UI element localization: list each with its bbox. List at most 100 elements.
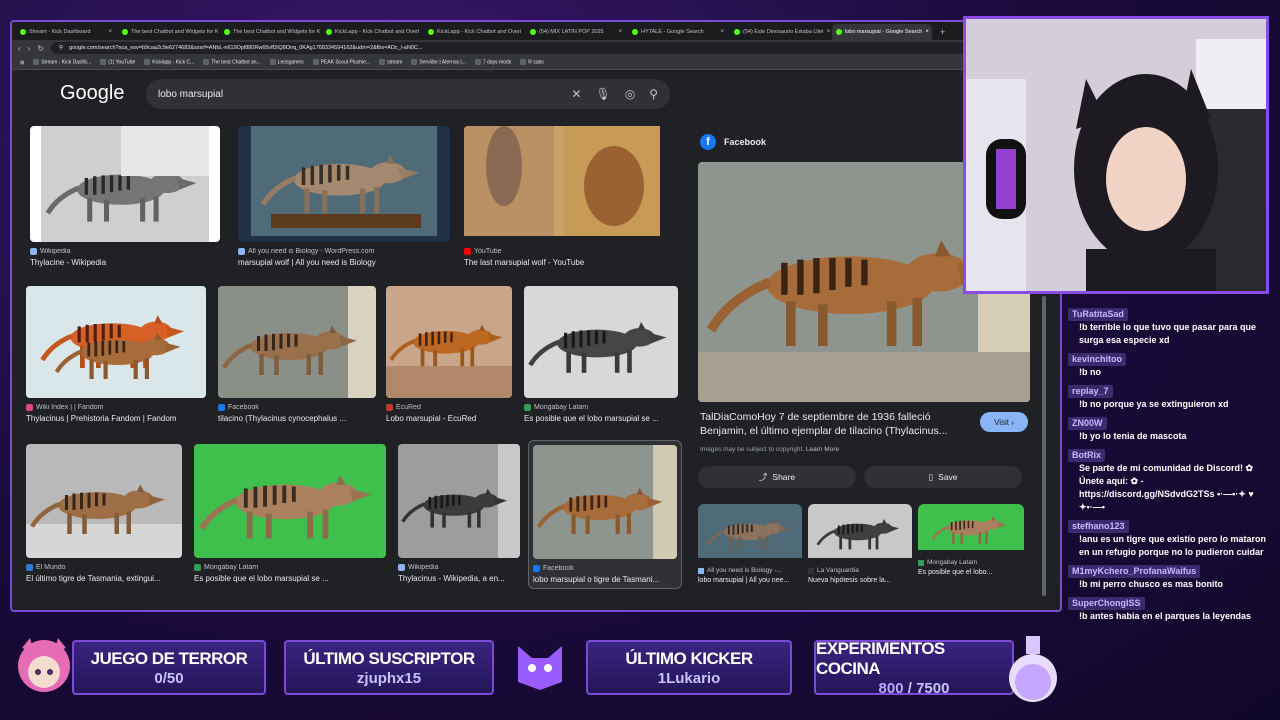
image-result-selected[interactable]: Facebook lobo marsupial o tigre de Tasma… (528, 440, 682, 589)
image-result[interactable]: All you need is Biology - WordPress.com … (238, 126, 450, 267)
result-source: Facebook (543, 565, 574, 572)
chat-username[interactable]: stefhano123 (1068, 520, 1129, 533)
learn-more-link[interactable]: Learn More (806, 446, 839, 453)
related-thumbnail[interactable] (698, 504, 802, 563)
result-title[interactable]: El último tigre de Tasmania, extingui... (26, 574, 182, 583)
result-thumbnail[interactable] (238, 126, 450, 242)
microphone-icon[interactable]: 🎙 (595, 87, 610, 101)
browser-tab[interactable]: lobo marsupial - Google Search × (832, 24, 932, 40)
clear-icon[interactable]: ✕ (571, 87, 581, 101)
browser-tab[interactable]: (54) MIX LATIN POP 2025 × (526, 24, 626, 40)
result-thumbnail[interactable] (26, 286, 206, 398)
result-thumbnail[interactable] (194, 444, 386, 558)
search-input[interactable]: lobo marsupial (158, 89, 223, 100)
result-title[interactable]: Es posible que el lobo marsupial se ... (194, 574, 386, 583)
browser-tab[interactable]: The best Chatbot and Widgets for K× (220, 24, 320, 40)
result-title[interactable]: Thylacine - Wikipedia (30, 258, 220, 267)
image-result[interactable]: Wikipedia Thylacine - Wikipedia (30, 126, 220, 267)
preview-title[interactable]: TalDiaComoHoy 7 de septiembre de 1936 fa… (700, 410, 968, 438)
bookmark-item[interactable]: (1) YouTube (100, 59, 135, 66)
image-result[interactable]: Wikipedia Thylacinus - Wikipedia, a en..… (398, 444, 520, 583)
result-title[interactable]: lobo marsupial o tigre de Tasmani... (533, 575, 677, 584)
image-result[interactable]: El Mundo El último tigre de Tasmania, ex… (26, 444, 182, 583)
result-thumbnail[interactable] (398, 444, 520, 558)
address-bar[interactable]: ⚲ google.com/search?sca_esv=b9caa2c9e627… (51, 42, 1054, 54)
result-thumbnail[interactable] (464, 126, 676, 242)
bookmark-item[interactable]: R subs (520, 59, 544, 66)
close-tab-icon[interactable]: × (827, 29, 830, 35)
image-result[interactable]: Wiki Index | | Fandom Thylacinus | Prehi… (26, 286, 206, 423)
bookmark-item[interactable]: Stream - Kick Dashb... (33, 59, 91, 66)
close-tab-icon[interactable]: × (108, 29, 112, 35)
related-title[interactable]: Es posible que el lobo... (918, 568, 1024, 577)
share-button[interactable]: ⤴ Share (698, 466, 856, 488)
image-result[interactable]: EcuRed Lobo marsupial - EcuRed (386, 286, 512, 423)
google-logo[interactable]: Google (60, 82, 125, 105)
result-title[interactable]: Lobo marsupial - EcuRed (386, 414, 512, 423)
result-thumbnail[interactable] (386, 286, 512, 398)
visit-button[interactable]: Visit › (980, 412, 1028, 432)
result-thumbnail[interactable] (26, 444, 182, 558)
bookmark-item[interactable]: stream (379, 59, 402, 66)
related-title[interactable]: lobo marsupial | All you nee... (698, 576, 802, 585)
result-thumbnail[interactable] (524, 286, 678, 398)
image-result[interactable]: Mongabay Latam Es posible que el lobo ma… (194, 444, 386, 583)
search-box[interactable]: lobo marsupial ✕ 🎙 ◎ ⚲ (146, 79, 670, 109)
related-thumbnail[interactable] (808, 504, 912, 563)
panel-source[interactable]: Facebook (724, 137, 766, 147)
new-tab-icon[interactable]: + (934, 27, 951, 40)
search-icon[interactable]: ⚲ (649, 87, 658, 101)
browser-tab[interactable]: KickLapp - Kick Chatbot and Overl× (322, 24, 422, 40)
close-tab-icon[interactable]: × (720, 29, 724, 35)
chat-username[interactable]: SuperChongISS (1068, 597, 1145, 610)
chat-username[interactable]: kevinchitoo (1068, 353, 1127, 366)
chat-message: SuperChongISS !b antes habia en el parque… (1068, 597, 1268, 623)
browser-tab[interactable]: HYTALE - Google Search × (628, 24, 728, 40)
bookmark-item[interactable]: Leosgames (269, 59, 304, 66)
related-thumbnail[interactable] (918, 504, 1024, 555)
reload-icon[interactable]: ↻ (37, 44, 44, 53)
close-tab-icon[interactable]: × (925, 29, 929, 35)
result-title[interactable]: The last marsupial wolf - YouTube (464, 258, 676, 267)
result-title[interactable]: Thylacinus - Wikipedia, a en... (398, 574, 520, 583)
bookmark-item[interactable]: Kicklapp - Kick C... (144, 59, 194, 66)
chat-username[interactable]: M1myKchero_ProfanaWaifus (1068, 565, 1201, 578)
result-thumbnail[interactable] (218, 286, 376, 398)
bookmark-item[interactable]: 7 days mods (474, 59, 511, 66)
page-scrollbar[interactable] (1042, 296, 1046, 596)
result-title[interactable]: tilacino (Thylacinus cynocephalus ... (218, 414, 376, 423)
site-info-icon[interactable]: ⚲ (59, 45, 63, 51)
save-button[interactable]: ▯ Save (864, 466, 1022, 488)
tab-title: HYTALE - Google Search (641, 29, 704, 35)
bookmark-item[interactable]: The best Chatbot an... (203, 59, 261, 66)
bookmark-item[interactable]: PEAK Scout Plushie... (312, 59, 370, 66)
image-result[interactable]: Facebook tilacino (Thylacinus cynocephal… (218, 286, 376, 423)
chat-username[interactable]: TuRatitaSad (1068, 308, 1128, 321)
browser-tab[interactable]: Stream - Kick Dashboard × (16, 24, 116, 40)
chat-username[interactable]: replay_7 (1068, 385, 1113, 398)
forward-icon[interactable]: › (28, 44, 31, 53)
browser-tab[interactable]: (54) Este Dinosaurio Estaba Lller × (730, 24, 830, 40)
chat-username[interactable]: BotRix (1068, 449, 1105, 462)
chat-username[interactable]: ZN00W (1068, 417, 1107, 430)
image-result[interactable]: Mongabay Latam Es posible que el lobo ma… (524, 286, 678, 423)
back-icon[interactable]: ‹ (18, 44, 21, 53)
chat-message: TuRatitaSad !b terrible lo que tuvo que p… (1068, 308, 1268, 347)
result-thumbnail[interactable] (30, 126, 220, 242)
related-title[interactable]: Nueva hipótesis sobre la... (808, 576, 912, 585)
related-image[interactable]: Mongabay Latam Es posible que el lobo... (918, 504, 1024, 577)
result-thumbnail[interactable] (533, 445, 677, 559)
image-result[interactable]: YouTube The last marsupial wolf - YouTub… (464, 126, 676, 267)
result-title[interactable]: Es posible que el lobo marsupial se ... (524, 414, 678, 423)
mongabay-icon (194, 564, 201, 571)
browser-tab[interactable]: KickLapp - Kick Chatbot and Overl× (424, 24, 524, 40)
camera-lens-icon[interactable]: ◎ (625, 87, 635, 101)
apps-icon[interactable]: ⊞ (20, 60, 24, 66)
related-image[interactable]: All you need is Biology -... lobo marsup… (698, 504, 802, 585)
result-title[interactable]: marsupial wolf | All you need is Biology (238, 258, 450, 267)
browser-tab[interactable]: The best Chatbot and Widgets for K× (118, 24, 218, 40)
close-tab-icon[interactable]: × (618, 29, 622, 35)
bookmark-item[interactable]: Servidor | Aternos |... (411, 59, 466, 66)
related-image[interactable]: La Vanguardia Nueva hipótesis sobre la..… (808, 504, 912, 585)
result-title[interactable]: Thylacinus | Prehistoria Fandom | Fandom (26, 414, 206, 423)
